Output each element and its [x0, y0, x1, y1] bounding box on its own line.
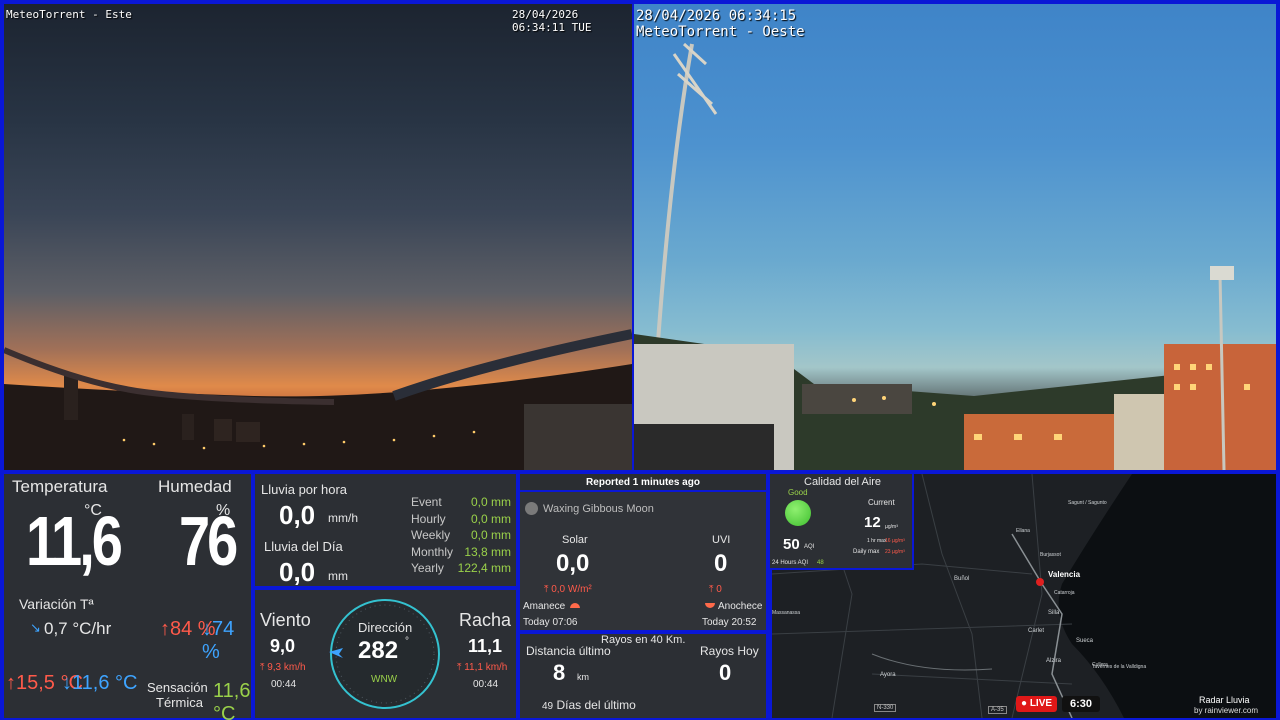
sunset-time: Today 20:52 — [702, 617, 757, 628]
variation-value: 0,7 °C/hr — [44, 619, 112, 638]
rain-hour-unit: mm/h — [328, 511, 358, 525]
sunset-label: Anochece — [718, 601, 763, 612]
current-value: 12 — [864, 514, 881, 531]
wind-label: Viento — [260, 610, 311, 630]
sunset-icon — [705, 603, 715, 608]
air-quality-panel: Calidad del Aire Good 50 AQI 24 Hours AQ… — [770, 474, 914, 570]
gust-max: ⤒ 11,1 km/h — [457, 662, 508, 673]
feels-like-label: Sensación — [147, 680, 208, 695]
rain-total-row: Monthly 13,8 mm — [411, 544, 511, 559]
lightning-distance-unit: km — [577, 672, 589, 682]
city-view-west — [634, 42, 1276, 470]
direction-text: WNW — [371, 674, 398, 685]
gust-value: 11,1 — [468, 636, 503, 656]
uvi-label: UVI — [712, 534, 731, 546]
camera-title: MeteoTorrent - Oeste — [636, 24, 805, 40]
camera-east-view: MeteoTorrent - Este 28/04/2026 06:34:11 … — [4, 4, 632, 470]
lightning-today-value: 0 — [719, 660, 732, 685]
camera-title: MeteoTorrent - Este — [6, 8, 132, 21]
daily-max-value: 23 µg/m³ — [885, 549, 905, 555]
rain-day-unit: mm — [328, 569, 348, 583]
uvi-max: ⤒ 0 — [709, 584, 722, 595]
aqi-unit: AQI — [804, 544, 815, 550]
rain-day-value: 0,0 — [279, 557, 316, 587]
hour-max-value: 16 µg/m³ — [885, 538, 905, 544]
humidity-label: Humedad — [158, 477, 232, 496]
daily-max-label: Daily max — [853, 549, 880, 555]
reported-banner: Reported 1 minutes ago — [520, 474, 766, 492]
lightning-days: 49 Días del último — [542, 698, 636, 712]
air-quality-title: Calidad del Aire — [804, 476, 882, 488]
gust-time: 00:44 — [473, 679, 499, 690]
rain-day-label: Lluvia del Día — [264, 539, 343, 554]
feels-like-label-2: Térmica — [156, 695, 203, 710]
humidity-unit: % — [216, 502, 231, 519]
temperature-value: 11,6 — [26, 501, 123, 580]
rain-total-row: Hourly 0,0 mm — [411, 511, 511, 526]
temperature-unit: °C — [84, 502, 102, 519]
humidity-min: ↓74 % — [202, 618, 235, 663]
camera-timestamp: 28/04/2026 06:34:11 TUE — [512, 8, 592, 34]
temperature-label: Temperatura — [12, 477, 108, 496]
uvi-value: 0 — [714, 550, 728, 577]
rain-total-row: Weekly 0,0 mm — [411, 528, 511, 542]
solar-label: Solar — [562, 534, 588, 546]
temperature-min: ↓11,6 °C — [62, 672, 138, 694]
wind-max: ⤒ 9,3 km/h — [260, 662, 306, 673]
lightning-distance-label: Distancia último — [526, 644, 611, 658]
rain-total-row: Event 0,0 mm — [411, 495, 511, 509]
radar-brand-link[interactable]: by rainviewer.com — [1194, 706, 1258, 715]
wind-value: 9,0 — [270, 636, 296, 656]
live-badge[interactable]: ● LIVE — [1016, 696, 1058, 712]
rain-total-row: Yearly 122,4 mm — [411, 561, 511, 575]
road-label: A-35 — [988, 706, 1007, 714]
variation-label: Variación Tª — [19, 596, 94, 612]
direction-degrees: 282 — [358, 637, 399, 664]
solar-value: 0,0 — [556, 550, 590, 577]
wind-panel: Viento 9,0 ⤒ 9,3 km/h 00:44 Dirección 28… — [255, 590, 516, 718]
aqi-24h-value: 48 — [817, 560, 824, 566]
wind-time: 00:44 — [271, 679, 297, 690]
gust-label: Racha — [459, 610, 512, 630]
current-label: Current — [868, 498, 895, 507]
city-skyline-east — [4, 329, 632, 470]
moon-icon — [525, 502, 538, 515]
moon-phase: Waxing Gibbous Moon — [543, 503, 654, 515]
radar-time[interactable]: 6:30 — [1062, 696, 1100, 712]
hour-max-label: 1 hr max — [867, 538, 887, 544]
rain-totals-list: Event 0,0 mm Hourly 0,0 mm Weekly 0,0 mm Mo… — [411, 495, 511, 578]
rain-panel: Lluvia por hora 0,0 mm/h Lluvia del Día … — [255, 474, 516, 587]
degree-symbol: ° — [405, 636, 409, 647]
temperature-humidity-panel: Temperatura 11,6 °C Humedad 76 % Variaci… — [4, 474, 251, 720]
down-arrow-icon: ↘ — [30, 620, 41, 635]
current-unit: µg/m³ — [885, 524, 898, 530]
feels-like-value: 11,6 °C — [213, 680, 251, 720]
aqi-value: 50 — [783, 536, 800, 553]
direction-label: Dirección — [358, 620, 413, 635]
sunrise-time: Today 07:06 — [523, 617, 578, 628]
radar-brand: Radar Lluvia — [1199, 695, 1250, 705]
lightning-today-label: Rayos Hoy — [700, 644, 759, 658]
lightning-panel: Rayos en 40 Km. Distancia último 8 km Ra… — [520, 634, 766, 718]
road-label: N-330 — [874, 704, 897, 712]
sunrise-icon — [570, 603, 580, 608]
solar-max: ⤒ 0,0 W/m² — [544, 584, 592, 595]
air-quality-smile-icon — [785, 500, 811, 526]
rain-hour-value: 0,0 — [279, 500, 316, 530]
solar-uv-panel: Reported 1 minutes ago Waxing Gibbous Mo… — [520, 474, 766, 630]
lightning-distance-value: 8 — [553, 660, 566, 685]
air-quality-status: Good — [788, 488, 808, 497]
camera-timestamp: 28/04/2026 06:34:15 — [636, 8, 797, 24]
aqi-24h-label: 24 Hours AQI — [772, 560, 809, 566]
sunrise-label: Amanece — [523, 601, 566, 612]
lightning-title: Rayos en 40 Km. — [601, 634, 686, 646]
camera-west-view: 28/04/2026 06:34:15 MeteoTorrent - Oeste — [634, 4, 1276, 470]
rain-hour-label: Lluvia por hora — [261, 482, 347, 497]
